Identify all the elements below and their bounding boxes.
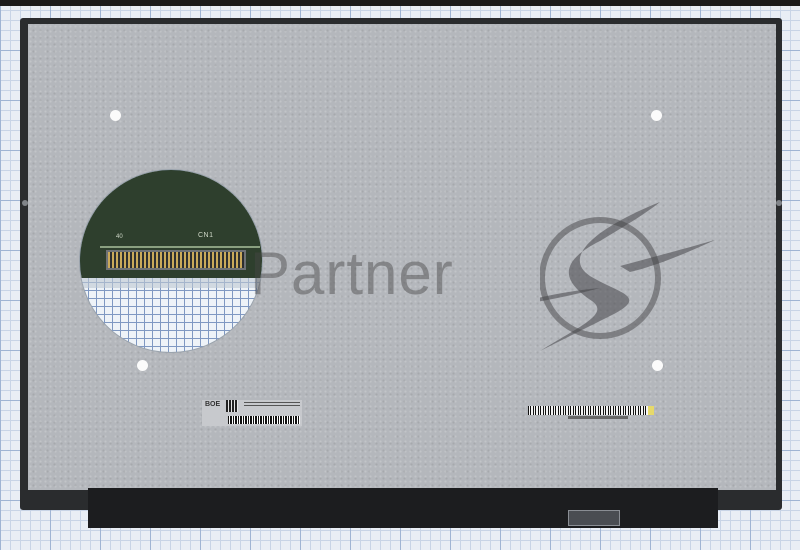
serial-label (528, 406, 654, 424)
tape-strip (80, 278, 262, 288)
product-label: BOE (202, 400, 302, 426)
watermark-logo-icon (540, 202, 715, 351)
mount-hole-top-left (110, 110, 121, 121)
pcb-trace (100, 246, 260, 248)
pin-label: 40 (116, 234, 123, 240)
screw-left (22, 200, 28, 206)
qr-code-icon (226, 400, 238, 412)
connector-socket (106, 250, 246, 270)
panel-bottom-bezel (88, 488, 718, 528)
edp-connector (568, 510, 620, 526)
barcode-icon (228, 416, 300, 424)
top-edge-strip (0, 0, 800, 6)
mount-hole-bottom-right (652, 360, 663, 371)
mount-hole-bottom-left (137, 360, 148, 371)
label-tab (648, 406, 654, 415)
mount-hole-top-right (651, 110, 662, 121)
screw-right (776, 200, 782, 206)
label-text-lines (244, 402, 300, 408)
connector-label: CN1 (198, 232, 214, 239)
watermark-text: Partner (250, 240, 454, 307)
serial-barcode-icon (528, 406, 648, 415)
brand-text: BOE (205, 401, 221, 408)
serial-text-line (568, 416, 628, 419)
connector-zoom-inset: 40 CN1 (80, 170, 262, 352)
